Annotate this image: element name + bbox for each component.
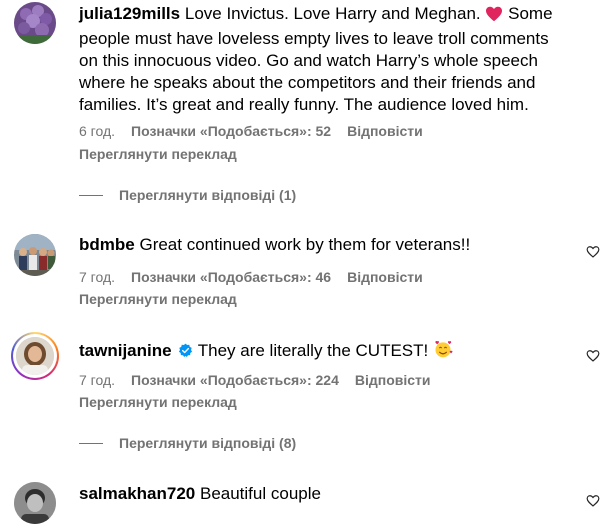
red-heart-icon [485, 6, 503, 28]
comment-text-part: Love Invictus. Love Harry and Meghan. [184, 4, 481, 23]
comment-text-part: Beautiful couple [199, 484, 321, 503]
view-replies-label[interactable]: Переглянути відповіді (8) [119, 435, 296, 451]
username[interactable]: salmakhan720 [79, 484, 195, 503]
avatar-salmakhan720[interactable] [14, 482, 56, 524]
story-ring[interactable] [11, 332, 59, 380]
verified-badge-icon [178, 342, 193, 357]
view-replies-button[interactable]: Переглянути відповіді (8) [79, 435, 296, 451]
comment-time[interactable]: 7 год. [79, 269, 115, 285]
comment-text: tawnijanine They are literally the CUTES… [79, 339, 570, 365]
replies-divider [79, 194, 103, 196]
comment-text-part: Great continued work by them for veteran… [139, 235, 471, 254]
comment-time[interactable]: 7 год. [79, 372, 115, 388]
comment-text: julia129mills Love Invictus. Love Harry … [79, 3, 570, 116]
comment-text: bdmbe Great continued work by them for v… [79, 234, 570, 256]
comment-meta: 7 год. Позначки «Подобається»: 46 Відпов… [79, 269, 423, 285]
translate-link[interactable]: Переглянути переклад [79, 146, 237, 162]
comment-text-part: They are literally the CUTEST! [197, 341, 429, 360]
likes-count[interactable]: Позначки «Подобається»: 224 [131, 372, 339, 388]
avatar-julia129mills[interactable] [14, 2, 56, 44]
avatar-tawnijanine [16, 337, 54, 375]
heart-outline-icon[interactable] [586, 10, 600, 24]
avatar-bdmbe[interactable] [14, 234, 56, 276]
smiling-face-with-hearts-icon [433, 339, 453, 365]
comment-time[interactable]: 6 год. [79, 123, 115, 139]
comment-text: salmakhan720 Beautiful couple [79, 483, 570, 505]
view-replies-label[interactable]: Переглянути відповіді (1) [119, 187, 296, 203]
username[interactable]: tawnijanine [79, 341, 172, 360]
reply-button[interactable]: Відповісти [347, 269, 423, 285]
likes-count[interactable]: Позначки «Подобається»: 46 [131, 269, 331, 285]
comment-meta: 7 год. Позначки «Подобається»: 224 Відпо… [79, 372, 431, 388]
replies-divider [79, 442, 103, 444]
reply-button[interactable]: Відповісти [355, 372, 431, 388]
username[interactable]: julia129mills [79, 4, 180, 23]
username[interactable]: bdmbe [79, 235, 135, 254]
heart-outline-icon[interactable] [586, 494, 600, 508]
comment-meta: 6 год. Позначки «Подобається»: 52 Відпов… [79, 123, 423, 139]
likes-count[interactable]: Позначки «Подобається»: 52 [131, 123, 331, 139]
reply-button[interactable]: Відповісти [347, 123, 423, 139]
story-ring-inner [13, 334, 57, 378]
heart-outline-icon[interactable] [586, 245, 600, 259]
view-replies-button[interactable]: Переглянути відповіді (1) [79, 187, 296, 203]
translate-link[interactable]: Переглянути переклад [79, 394, 237, 410]
heart-outline-icon[interactable] [586, 349, 600, 363]
translate-link[interactable]: Переглянути переклад [79, 291, 237, 307]
